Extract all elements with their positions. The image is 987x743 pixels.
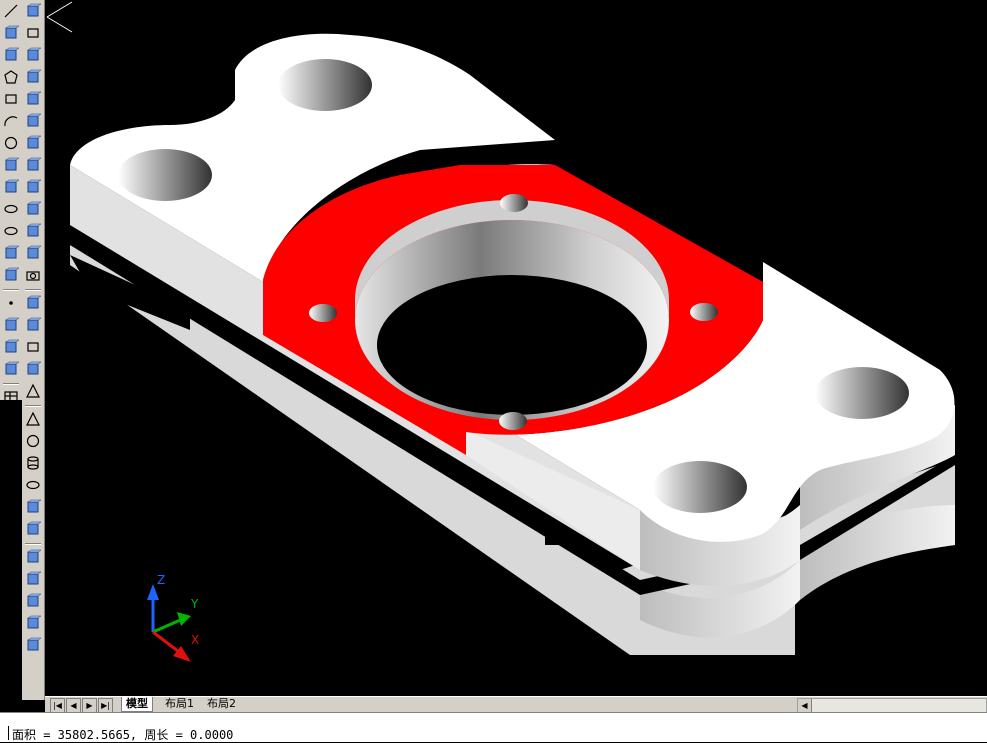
wedge-icon[interactable] bbox=[24, 360, 42, 378]
box-icon[interactable] bbox=[24, 24, 42, 42]
toolbar-separator bbox=[3, 289, 19, 291]
subtract-icon[interactable] bbox=[24, 570, 42, 588]
ucs-z-label: Z bbox=[157, 573, 165, 587]
sphere-icon[interactable] bbox=[24, 432, 42, 450]
svg-text:A: A bbox=[6, 413, 15, 427]
toolbar-separator bbox=[25, 405, 41, 407]
multiline-text-icon[interactable]: A bbox=[2, 410, 20, 428]
sweep-icon[interactable] bbox=[24, 592, 42, 610]
front-view-icon[interactable] bbox=[24, 134, 42, 152]
horizontal-scrollbar[interactable]: ◀ bbox=[797, 698, 987, 713]
spline-icon[interactable] bbox=[2, 178, 20, 196]
right-view-icon[interactable] bbox=[24, 112, 42, 130]
se-iso-icon[interactable] bbox=[24, 200, 42, 218]
cone-icon[interactable] bbox=[24, 410, 42, 428]
cylinder-icon[interactable] bbox=[24, 454, 42, 472]
ucs-x-label: X bbox=[191, 633, 199, 647]
loft-icon[interactable] bbox=[24, 614, 42, 632]
modeling-toolbar bbox=[22, 0, 45, 700]
arc-icon[interactable] bbox=[2, 112, 20, 130]
model-viewport[interactable]: Z Y X bbox=[45, 0, 987, 696]
region-icon[interactable] bbox=[2, 360, 20, 378]
point-icon[interactable] bbox=[2, 294, 20, 312]
planar-surface-icon[interactable] bbox=[24, 498, 42, 516]
toolbar-separator bbox=[25, 543, 41, 545]
gradient-icon[interactable] bbox=[2, 338, 20, 356]
command-line[interactable]: 面积 = 35802.5665, 周长 = 0.0000 bbox=[0, 712, 987, 742]
layout-tab-bar: |◀ ◀ ▶ ▶| 模型 布局1 布局2 ◀ bbox=[45, 696, 987, 713]
ne-iso-icon[interactable] bbox=[24, 222, 42, 240]
extrude-icon[interactable] bbox=[24, 294, 42, 312]
tab-layout2[interactable]: 布局2 bbox=[203, 697, 240, 711]
nw-iso-icon[interactable] bbox=[24, 244, 42, 262]
back-view-icon[interactable] bbox=[24, 156, 42, 174]
left-view-icon[interactable] bbox=[24, 90, 42, 108]
construction-line-icon[interactable] bbox=[2, 24, 20, 42]
top-view-icon[interactable] bbox=[24, 46, 42, 64]
prev-tab-button[interactable]: ◀ bbox=[66, 698, 81, 713]
make-block-icon[interactable] bbox=[2, 266, 20, 284]
insert-block-icon[interactable] bbox=[2, 244, 20, 262]
scroll-left-icon[interactable]: ◀ bbox=[798, 699, 812, 712]
toolbar-separator bbox=[3, 383, 19, 385]
last-tab-button[interactable]: ▶| bbox=[98, 698, 113, 713]
crosshair-cursor bbox=[46, 1, 73, 33]
camera-icon[interactable] bbox=[24, 266, 42, 284]
polygon-icon[interactable] bbox=[2, 68, 20, 86]
view-icon[interactable] bbox=[24, 2, 42, 20]
mesh-icon[interactable] bbox=[24, 520, 42, 538]
table-icon[interactable] bbox=[2, 388, 20, 406]
center-bore bbox=[355, 200, 669, 420]
circle-icon[interactable] bbox=[2, 134, 20, 152]
pyramid-icon[interactable] bbox=[24, 382, 42, 400]
toolbar-separator bbox=[25, 289, 41, 291]
polyline-icon[interactable] bbox=[2, 46, 20, 64]
command-output: 面积 = 35802.5665, 周长 = 0.0000 bbox=[12, 728, 234, 742]
ellipse-icon[interactable] bbox=[2, 200, 20, 218]
ellipse-arc-icon[interactable] bbox=[2, 222, 20, 240]
ucs-y-label: Y bbox=[190, 597, 199, 611]
sw-iso-icon[interactable] bbox=[24, 178, 42, 196]
draw-toolbar: A bbox=[0, 0, 23, 427]
bottom-view-icon[interactable] bbox=[24, 68, 42, 86]
tab-model[interactable]: 模型 bbox=[121, 697, 153, 712]
box-solid-icon[interactable] bbox=[24, 338, 42, 356]
presspull-icon[interactable] bbox=[24, 636, 42, 654]
revision-cloud-icon[interactable] bbox=[2, 156, 20, 174]
revolve-icon[interactable] bbox=[24, 316, 42, 334]
first-tab-button[interactable]: |◀ bbox=[50, 698, 65, 713]
tab-layout1[interactable]: 布局1 bbox=[161, 697, 198, 711]
ucs-icon: Z Y X bbox=[147, 573, 199, 662]
command-caret bbox=[8, 726, 9, 740]
line-icon[interactable] bbox=[2, 2, 20, 20]
union-icon[interactable] bbox=[24, 548, 42, 566]
rectangle-icon[interactable] bbox=[2, 90, 20, 108]
torus-icon[interactable] bbox=[24, 476, 42, 494]
hatch-icon[interactable] bbox=[2, 316, 20, 334]
next-tab-button[interactable]: ▶ bbox=[82, 698, 97, 713]
